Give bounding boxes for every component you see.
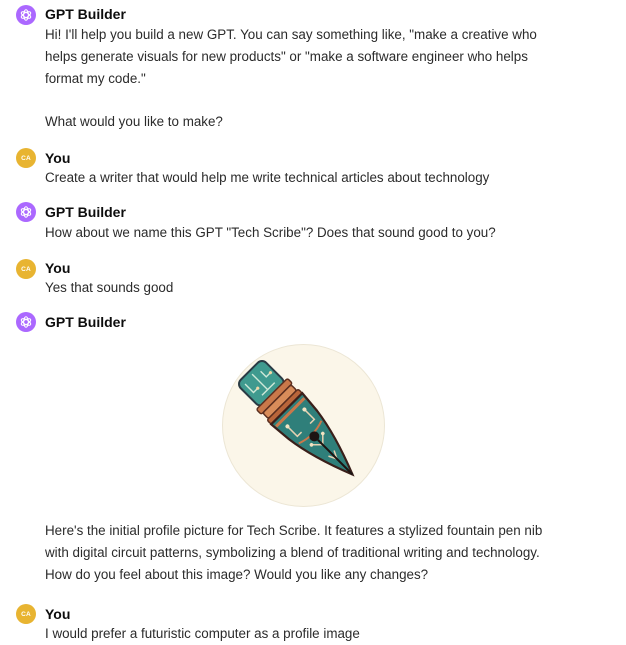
message-text: How about we name this GPT "Tech Scribe"… — [45, 225, 496, 240]
openai-logo-icon — [20, 206, 32, 218]
message-text: What would you like to make? — [45, 114, 223, 129]
message-text: Hi! I'll help you build a new GPT. You c… — [45, 27, 537, 86]
message-author: GPT Builder — [45, 204, 126, 220]
fountain-pen-nib-circuit-icon — [238, 360, 355, 477]
message-text: Here's the initial profile picture for T… — [45, 523, 543, 582]
message-author: You — [45, 150, 71, 166]
openai-logo-icon — [20, 316, 32, 328]
gpt-builder-avatar-icon — [16, 202, 36, 222]
user-avatar: CA — [16, 259, 36, 279]
user-avatar: CA — [16, 148, 36, 168]
gpt-builder-avatar-icon — [16, 5, 36, 25]
message-text: Yes that sounds good — [45, 280, 174, 295]
user-avatar: CA — [16, 604, 36, 624]
generated-profile-image[interactable] — [222, 344, 385, 507]
message-author: GPT Builder — [45, 6, 126, 22]
message-text: Create a writer that would help me write… — [45, 170, 490, 185]
gpt-builder-avatar-icon — [16, 312, 36, 332]
message-author: You — [45, 606, 71, 622]
message-author: GPT Builder — [45, 314, 126, 330]
message-text: I would prefer a futuristic computer as … — [45, 626, 360, 641]
message-author: You — [45, 260, 71, 276]
openai-logo-icon — [20, 9, 32, 21]
